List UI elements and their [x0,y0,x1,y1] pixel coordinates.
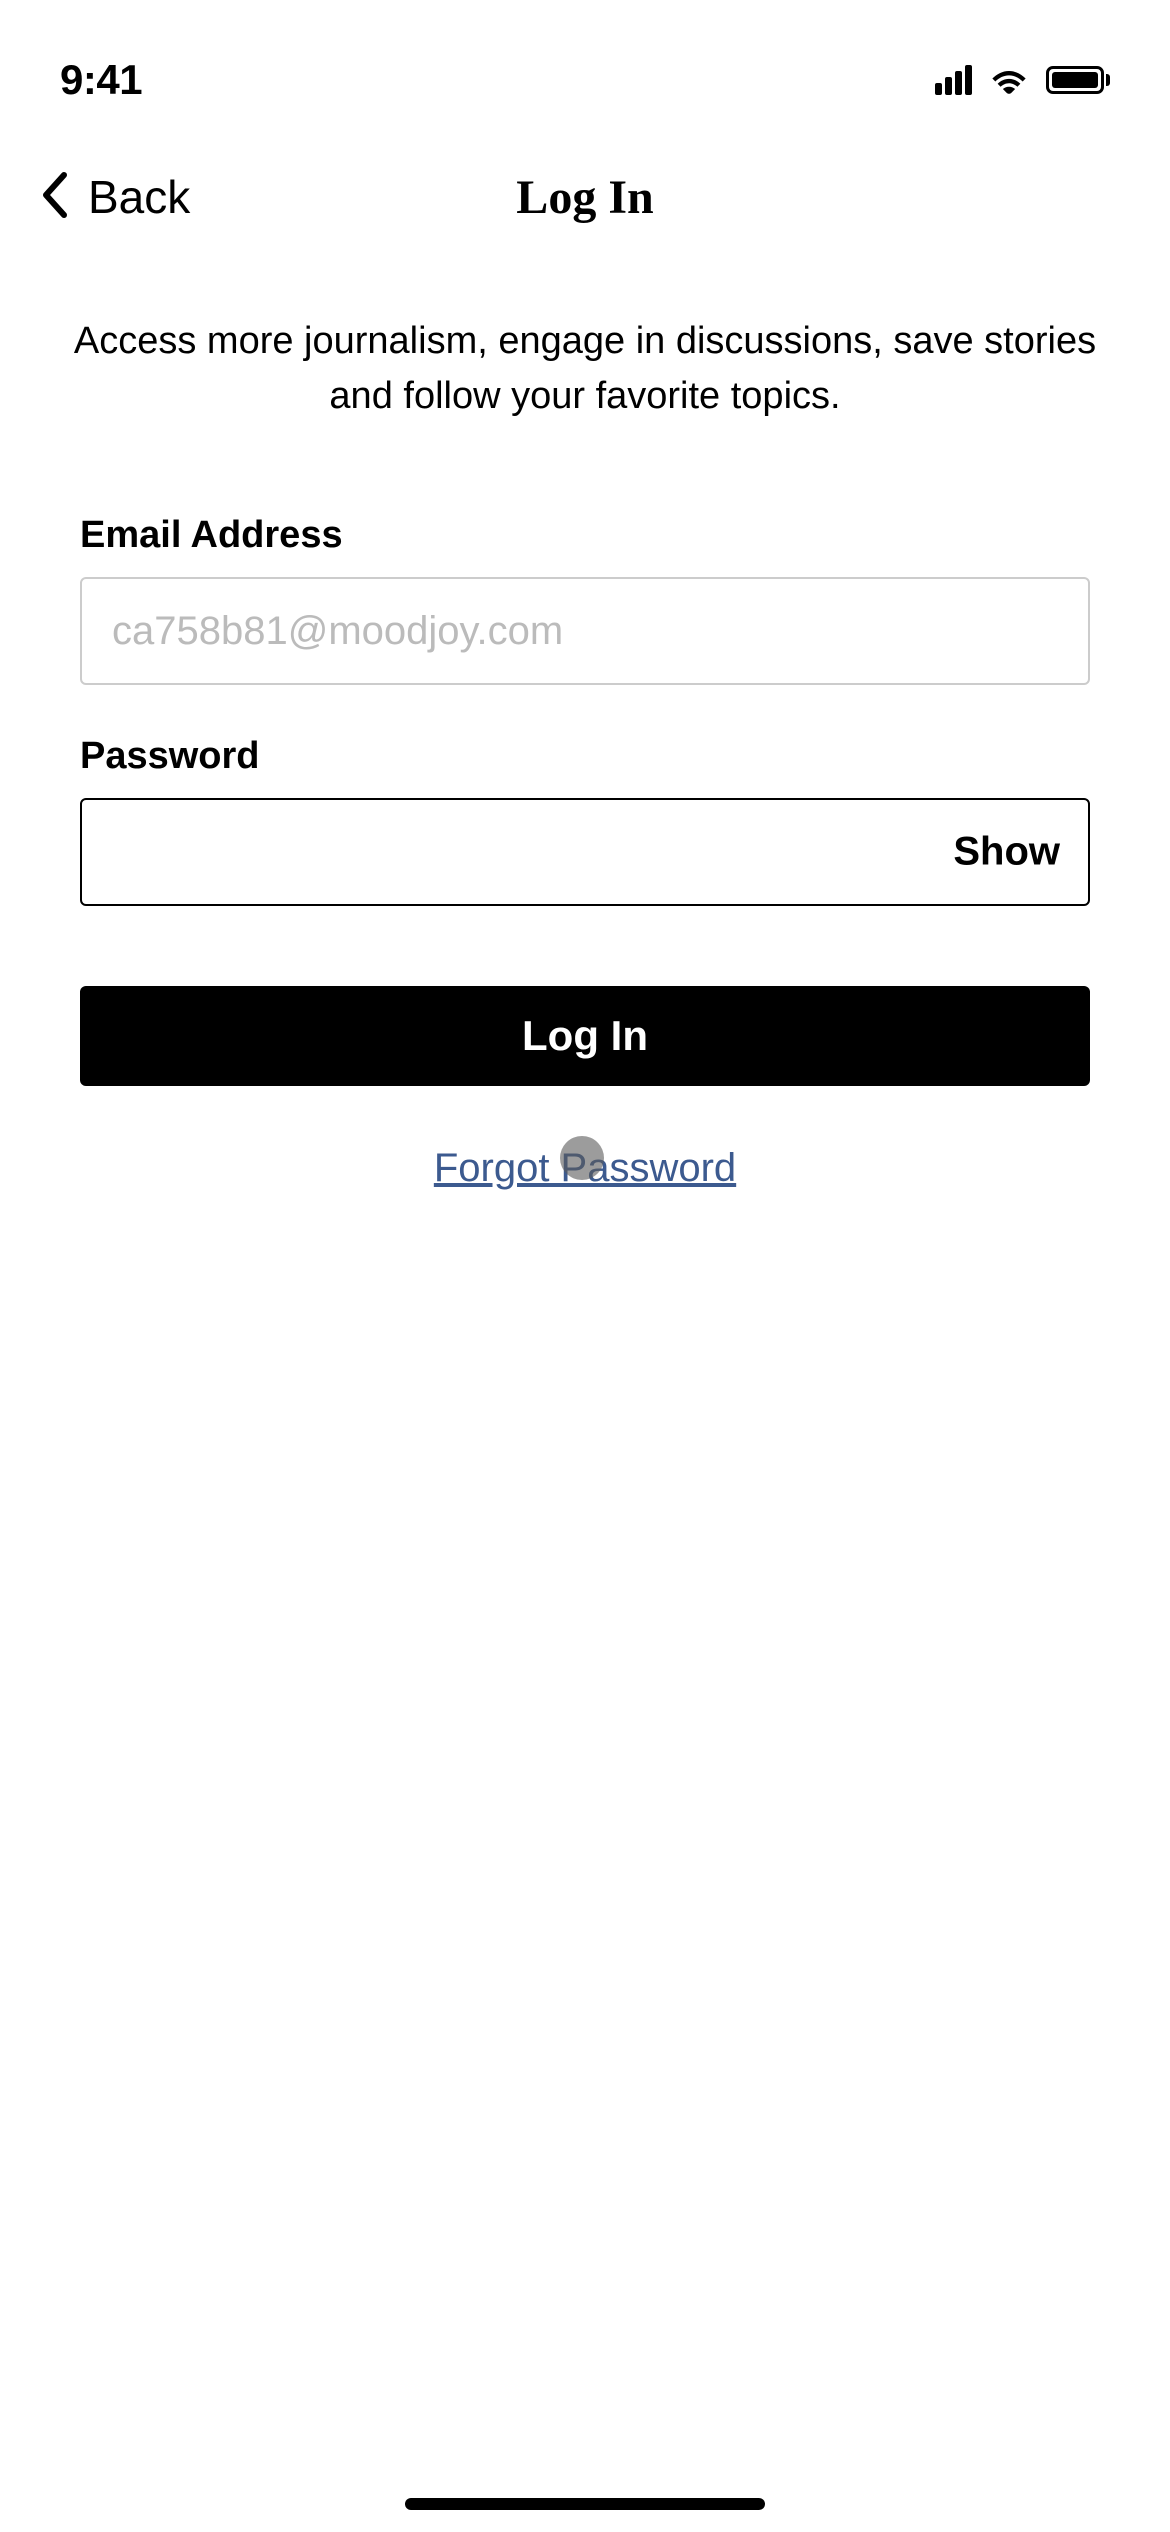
back-button[interactable]: Back [40,170,190,224]
login-form: Email Address Password Show Log In Forgo… [0,434,1170,1191]
status-icons [935,62,1110,99]
login-button[interactable]: Log In [80,986,1090,1086]
status-time: 9:41 [60,56,142,104]
wifi-icon [988,62,1030,99]
email-field[interactable] [80,577,1090,685]
page-title: Log In [516,170,653,225]
touch-indicator-icon [560,1136,604,1180]
nav-bar: Back Log In [0,130,1170,244]
battery-icon [1046,66,1110,94]
chevron-left-icon [40,171,68,224]
show-password-button[interactable]: Show [953,830,1060,875]
cellular-signal-icon [935,65,972,95]
email-label: Email Address [80,514,1090,557]
page-subtitle: Access more journalism, engage in discus… [0,244,1170,434]
password-field[interactable] [80,798,1090,906]
home-indicator[interactable] [405,2498,765,2510]
email-form-group: Email Address [80,514,1090,685]
forgot-password-wrapper: Forgot Password [80,1146,1090,1191]
status-bar: 9:41 [0,0,1170,130]
password-form-group: Password Show [80,735,1090,906]
back-label: Back [88,170,190,224]
password-label: Password [80,735,1090,778]
